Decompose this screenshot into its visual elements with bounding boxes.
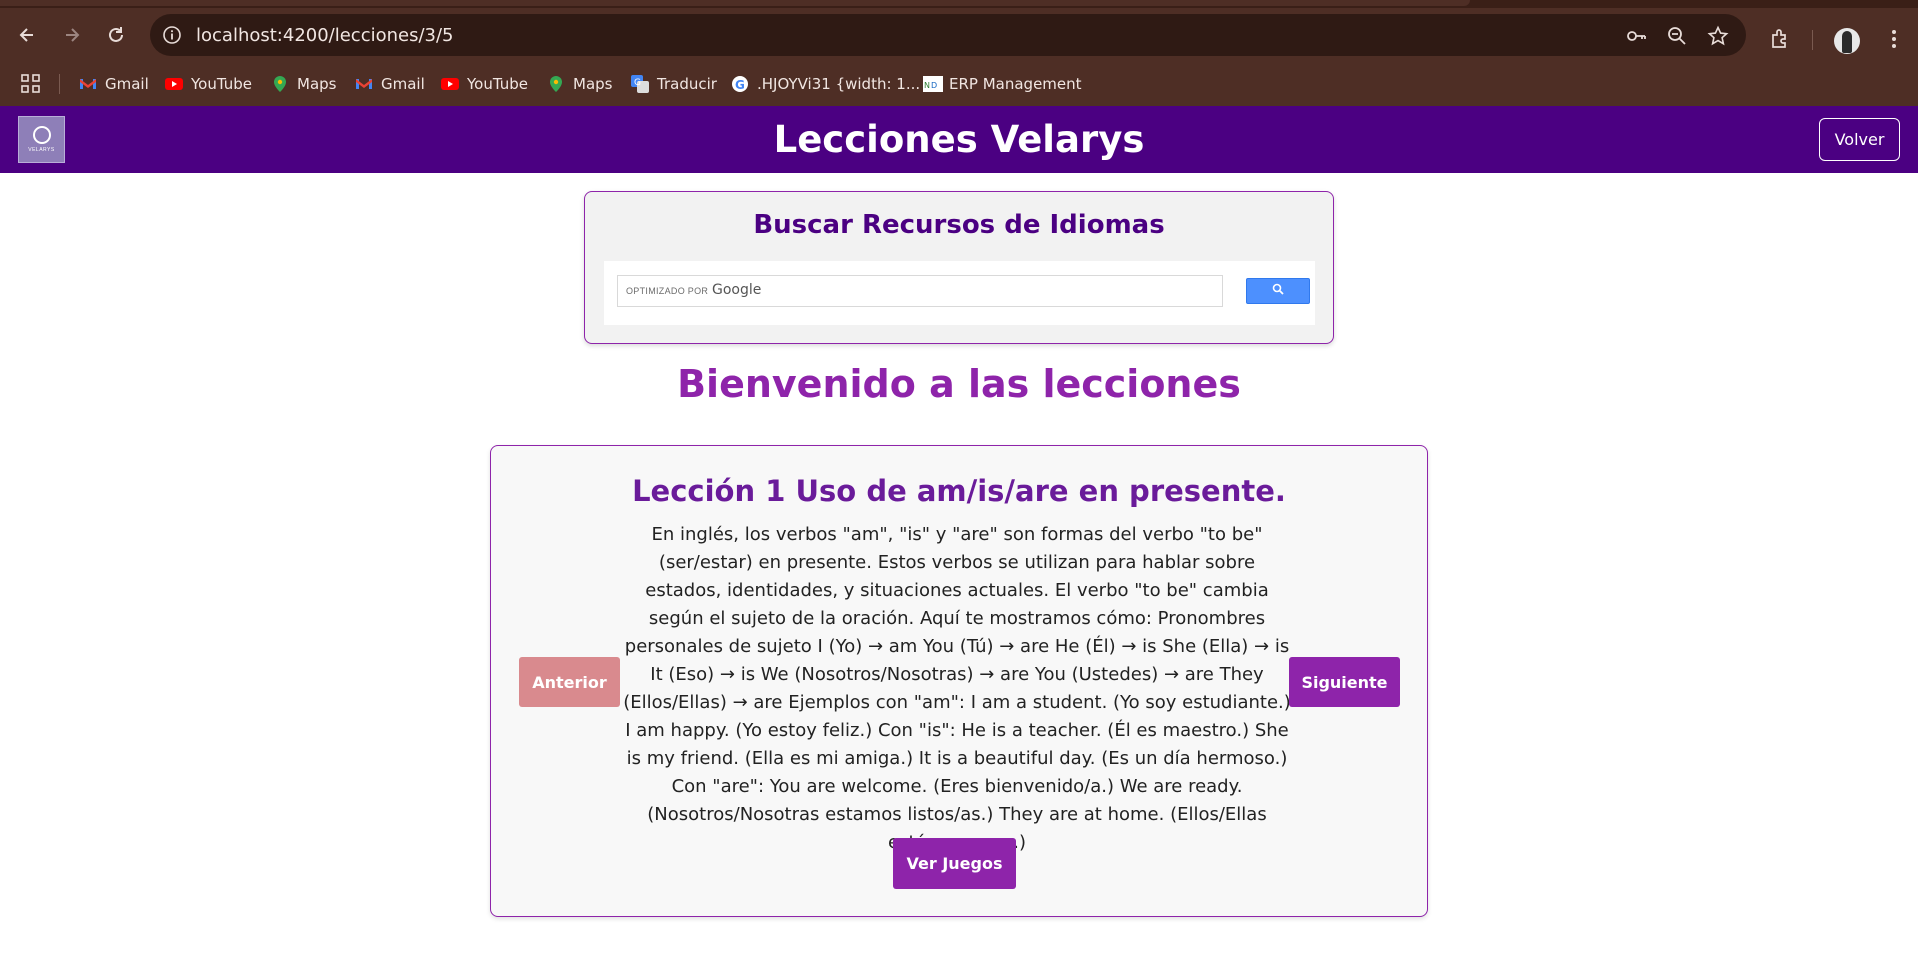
bookmark-gmail[interactable]: Gmail: [79, 72, 149, 96]
site-info-icon[interactable]: [162, 25, 182, 45]
search-title: Buscar Recursos de Idiomas: [753, 210, 1165, 240]
anterior-button[interactable]: Anterior: [519, 657, 620, 707]
bookmark-maps[interactable]: Maps: [547, 72, 612, 96]
powered-by-label: OPTIMIZADO POR: [626, 286, 709, 296]
bookmark-traducir[interactable]: G Traducir: [631, 72, 717, 96]
bookmark-gmail[interactable]: Gmail: [355, 72, 425, 96]
reload-icon[interactable]: [101, 20, 131, 50]
bookmark-google[interactable]: G .HJOYVi31 {width: 1...: [731, 72, 920, 96]
svg-text:N: N: [924, 81, 930, 90]
tab-strip: [0, 0, 1918, 8]
extensions-icon[interactable]: [1769, 27, 1793, 51]
bookmark-label: .HJOYVi31 {width: 1...: [757, 75, 921, 93]
bookmark-label: Maps: [573, 75, 613, 93]
forward-arrow-icon[interactable]: [57, 20, 87, 50]
lesson-content: En inglés, los verbos "am", "is" y "are"…: [623, 524, 1291, 853]
google-icon: G: [731, 75, 749, 93]
active-tab[interactable]: [0, 0, 1470, 6]
bookmark-label: Gmail: [381, 75, 425, 93]
lesson-card: Lección 1 Uso de am/is/are en presente. …: [490, 445, 1428, 917]
search-button[interactable]: [1246, 278, 1310, 304]
browser-toolbar: localhost:4200/lecciones/3/5: [0, 8, 1918, 62]
url-text[interactable]: localhost:4200/lecciones/3/5: [196, 25, 454, 46]
google-brand: Google: [712, 282, 762, 298]
password-key-icon[interactable]: [1625, 25, 1647, 47]
bookmark-label: Maps: [297, 75, 337, 93]
svg-text:G: G: [735, 78, 745, 92]
bookmark-erp-management[interactable]: ND ERP Management: [923, 72, 1082, 96]
bookmark-label: ERP Management: [949, 75, 1082, 93]
bookmarks-bar: Gmail YouTube Maps Gmail YouTube Maps G …: [0, 62, 1918, 106]
bookmark-youtube[interactable]: YouTube: [441, 72, 528, 96]
svg-text:D: D: [931, 81, 937, 90]
siguiente-button[interactable]: Siguiente: [1289, 657, 1400, 707]
search-card: Buscar Recursos de Idiomas OPTIMIZADO PO…: [584, 191, 1334, 344]
page-title: Lecciones Velarys: [773, 118, 1145, 161]
welcome-heading: Bienvenido a las lecciones: [677, 362, 1241, 406]
maps-icon: [271, 75, 289, 93]
maps-icon: [547, 75, 565, 93]
back-arrow-icon[interactable]: [12, 20, 42, 50]
bookmark-star-icon[interactable]: [1707, 25, 1729, 47]
erp-icon: ND: [923, 75, 943, 93]
bookmark-label: Traducir: [657, 75, 717, 93]
toolbar-divider: [1812, 30, 1813, 50]
bookmark-label: Gmail: [105, 75, 149, 93]
translate-icon: G: [631, 75, 649, 93]
menu-kebab-icon[interactable]: [1882, 27, 1906, 51]
bookmark-label: YouTube: [191, 75, 252, 93]
gmail-icon: [79, 75, 97, 93]
youtube-icon: [165, 75, 183, 93]
bookmarks-divider: [59, 74, 60, 94]
gmail-icon: [355, 75, 373, 93]
lesson-title: Lección 1 Uso de am/is/are en presente.: [632, 474, 1286, 508]
zoom-icon[interactable]: [1666, 25, 1688, 47]
google-search-box: OPTIMIZADO POR Google: [604, 261, 1315, 325]
ver-juegos-button[interactable]: Ver Juegos: [893, 838, 1016, 889]
bookmark-youtube[interactable]: YouTube: [165, 72, 252, 96]
profile-avatar[interactable]: [1834, 28, 1860, 54]
app-header: VELARYS Lecciones Velarys Volver: [0, 106, 1918, 173]
address-bar[interactable]: localhost:4200/lecciones/3/5: [150, 14, 1746, 56]
youtube-icon: [441, 75, 459, 93]
search-icon: [1272, 282, 1284, 300]
bookmark-maps[interactable]: Maps: [271, 72, 336, 96]
bookmark-label: YouTube: [467, 75, 528, 93]
volver-button[interactable]: Volver: [1819, 118, 1900, 161]
svg-text:G: G: [634, 78, 641, 88]
apps-grid-icon[interactable]: [20, 73, 42, 95]
search-input[interactable]: OPTIMIZADO POR Google: [617, 275, 1223, 307]
